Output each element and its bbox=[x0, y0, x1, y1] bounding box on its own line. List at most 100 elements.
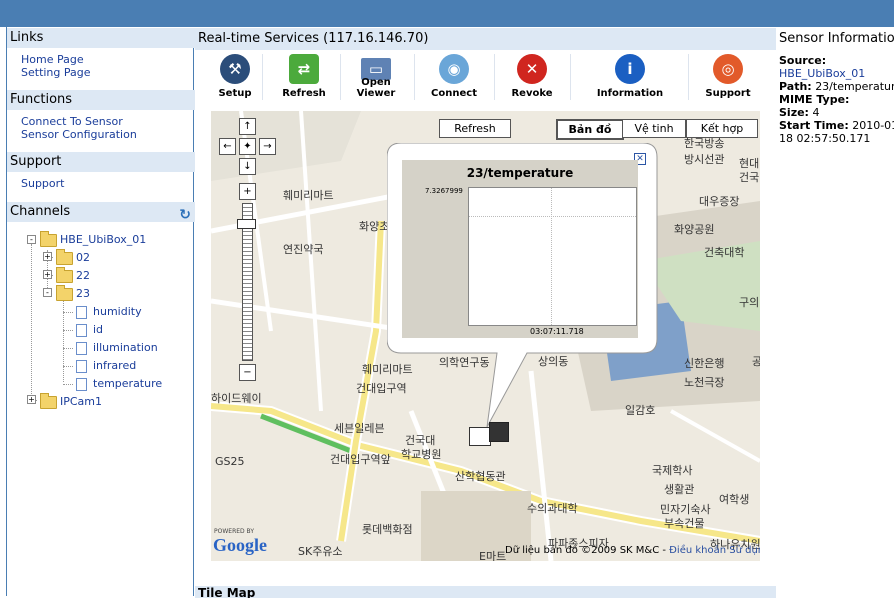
tree-node-02[interactable]: 02 bbox=[56, 248, 90, 266]
realtime-services-title: Real-time Services (117.16.146.70) bbox=[195, 28, 776, 50]
channels-header: Channels ↻ bbox=[7, 202, 196, 225]
support-header: Support bbox=[7, 152, 196, 172]
map-label: 방시선관 bbox=[684, 153, 725, 166]
channels-title: Channels bbox=[10, 204, 71, 219]
sensor-marker[interactable] bbox=[469, 427, 491, 446]
connect-to-sensor-link[interactable]: Connect To Sensor bbox=[21, 115, 123, 128]
refresh-channels-icon[interactable]: ↻ bbox=[179, 205, 191, 225]
sensor-configuration-link[interactable]: Sensor Configuration bbox=[21, 128, 137, 141]
start-time-value: 18 02:57:50.171 bbox=[779, 132, 871, 145]
left-margin bbox=[0, 27, 7, 596]
terms-link[interactable]: Điều khoản Sử dụng bbox=[669, 545, 760, 556]
sensor-icon bbox=[76, 341, 87, 355]
wrench-icon: ⚒ bbox=[220, 54, 250, 84]
expand-22-icon[interactable]: + bbox=[43, 270, 52, 279]
connect-button[interactable]: ◉ Connect bbox=[422, 52, 486, 102]
map-label: 건국 bbox=[739, 171, 760, 184]
tree-node-23[interactable]: 23 bbox=[56, 284, 90, 302]
map-label: 학교병원 bbox=[401, 448, 442, 461]
chart-y-tick: 7.3267999 bbox=[425, 187, 463, 195]
pan-left-button[interactable]: ← bbox=[219, 138, 236, 155]
sensor-info-title: Sensor Information bbox=[779, 31, 894, 46]
tree-node-temperature[interactable]: temperature bbox=[76, 376, 162, 392]
info-icon: i bbox=[615, 54, 645, 84]
map-label: SK주유소 bbox=[298, 545, 343, 558]
map-label: 세븐일레븐 bbox=[334, 422, 385, 435]
support-button[interactable]: ◎ Support bbox=[700, 52, 756, 102]
map-refresh-button[interactable]: Refresh bbox=[439, 119, 511, 138]
setting-page-link[interactable]: Setting Page bbox=[21, 66, 91, 79]
powered-by-label: POWERED BY bbox=[214, 528, 255, 535]
tree-node-ipcam1[interactable]: IPCam1 bbox=[40, 392, 102, 410]
map-label: 신한은행 bbox=[684, 357, 725, 370]
map-label: 화양초 bbox=[359, 220, 390, 233]
sensor-info-panel: Sensor Information Source: HBE_UbiBox_01… bbox=[777, 28, 894, 596]
path-row: Path: 23/temperature bbox=[779, 80, 894, 93]
zoom-in-button[interactable]: + bbox=[239, 183, 256, 200]
mime-row: MIME Type: bbox=[779, 93, 850, 106]
expand-02-icon[interactable]: + bbox=[43, 252, 52, 261]
open-viewer-button[interactable]: ▭ Open Viewer bbox=[342, 52, 410, 102]
webcam-icon: ◉ bbox=[439, 54, 469, 84]
setup-button[interactable]: ⚒ Setup bbox=[212, 52, 258, 102]
map-view[interactable]: 훼미리마트 연진약국 화양초 한국방송 방시선관 현대 건국 대우증장 화양공원… bbox=[211, 111, 760, 561]
map-label: 연진약국 bbox=[283, 243, 324, 256]
sensor-marker[interactable] bbox=[489, 422, 509, 442]
map-label: 부속건물 bbox=[664, 517, 705, 530]
tree-node-illumination[interactable]: illumination bbox=[76, 340, 158, 356]
revoke-button[interactable]: ✕ Revoke bbox=[500, 52, 564, 102]
zoom-slider-handle[interactable] bbox=[237, 219, 256, 229]
sensor-icon bbox=[76, 377, 87, 391]
sensor-icon bbox=[76, 323, 87, 337]
sensor-icon bbox=[76, 359, 87, 373]
source-value[interactable]: HBE_UbiBox_01 bbox=[779, 67, 865, 80]
folder-icon bbox=[56, 266, 73, 283]
map-type-satellite-button[interactable]: Vệ tinh bbox=[622, 119, 686, 138]
sensor-icon bbox=[76, 305, 87, 319]
close-icon: ✕ bbox=[517, 54, 547, 84]
map-attribution: Dữ liệu bản đồ ©2009 SK M&C - Điều khoản… bbox=[505, 545, 760, 556]
map-type-map-button[interactable]: Bản đồ bbox=[556, 119, 624, 140]
folder-icon bbox=[40, 230, 57, 247]
collapse-23-icon[interactable]: - bbox=[43, 288, 52, 297]
tree-node-humidity[interactable]: humidity bbox=[76, 304, 142, 320]
map-label: 대우증장 bbox=[699, 195, 740, 208]
information-button[interactable]: i Information bbox=[592, 52, 668, 102]
pan-down-button[interactable]: ↓ bbox=[239, 158, 256, 175]
tile-map-title: Tile Map bbox=[195, 586, 776, 598]
map-label: 훼미리마트 bbox=[283, 189, 334, 202]
tree-node-root[interactable]: HBE_UbiBox_01 bbox=[40, 230, 146, 248]
collapse-root-icon[interactable]: - bbox=[27, 235, 36, 244]
map-label: 산학협동관 bbox=[455, 470, 506, 483]
map-label: 하이드웨이 bbox=[211, 392, 262, 405]
tree-node-22[interactable]: 22 bbox=[56, 266, 90, 284]
folder-icon bbox=[56, 284, 73, 301]
source-label: Source: bbox=[779, 54, 827, 67]
pan-right-button[interactable]: → bbox=[259, 138, 276, 155]
pan-up-button[interactable]: ↑ bbox=[239, 118, 256, 135]
home-page-link[interactable]: Home Page bbox=[21, 53, 84, 66]
map-label: 노천극장 bbox=[684, 376, 725, 389]
map-label: 여학생 bbox=[719, 493, 750, 506]
map-label: 롯데백화점 bbox=[362, 523, 413, 536]
sensor-chart: 23/temperature 7.3267999 03:07:11.718 bbox=[402, 160, 638, 338]
map-label: 건축대학 bbox=[704, 246, 745, 259]
top-banner bbox=[0, 0, 894, 27]
map-label: 화양공원 bbox=[674, 223, 715, 236]
center-panel: Real-time Services (117.16.146.70) ⚒ Set… bbox=[195, 28, 776, 598]
links-header: Links bbox=[7, 28, 196, 48]
tree-node-id[interactable]: id bbox=[76, 322, 103, 338]
chart-x-tick: 03:07:11.718 bbox=[530, 327, 584, 336]
refresh-icon: ⇄ bbox=[289, 54, 319, 84]
support-link[interactable]: Support bbox=[21, 177, 64, 190]
start-time-row: Start Time: 2010-01- bbox=[779, 119, 894, 132]
map-type-hybrid-button[interactable]: Kết hợp bbox=[686, 119, 758, 138]
tree-node-infrared[interactable]: infrared bbox=[76, 358, 136, 374]
pan-center-button[interactable]: ✦ bbox=[239, 138, 256, 155]
map-label: 공 bbox=[752, 355, 760, 368]
refresh-button[interactable]: ⇄ Refresh bbox=[272, 52, 336, 102]
zoom-out-button[interactable]: − bbox=[239, 364, 256, 381]
expand-ipcam-icon[interactable]: + bbox=[27, 395, 36, 404]
map-label: E마트 bbox=[479, 550, 507, 561]
map-label: GS25 bbox=[215, 455, 245, 468]
